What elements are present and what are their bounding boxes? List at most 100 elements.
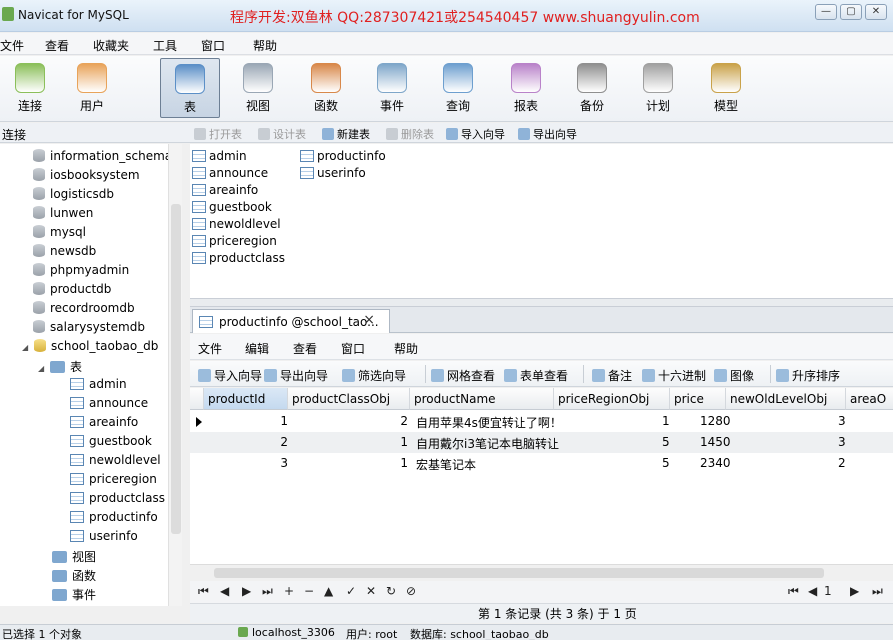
table-list-item-announce[interactable]: announce — [192, 166, 268, 180]
cell-priceRegionObj[interactable]: 5 — [662, 456, 672, 470]
tree-folder-events[interactable]: 事件 — [52, 586, 96, 605]
table-list-item-admin[interactable]: admin — [192, 149, 247, 163]
toolbar-query-button[interactable]: 查询 — [428, 58, 488, 118]
nav-button-9[interactable]: ↻ — [386, 584, 396, 598]
page-nav-4[interactable]: ⏭ — [872, 584, 883, 599]
tree-db-mysql[interactable]: mysql — [33, 225, 86, 244]
nav-button-6[interactable]: ▲ — [324, 584, 333, 598]
collapse-icon[interactable]: ◢ — [22, 343, 31, 352]
subtool-button-3[interactable]: 删除表 — [386, 126, 434, 142]
table-row[interactable]: 2 1 自用戴尔i3笔记本电脑转让 5 1450 3 — [190, 432, 893, 453]
editor-tool-4[interactable]: 表单查看 — [504, 367, 568, 384]
editor-menu-window[interactable]: 窗口 — [341, 340, 365, 357]
cell-productId[interactable]: 1 — [276, 414, 288, 428]
column-header-priceRegionObj[interactable]: priceRegionObj — [554, 388, 670, 410]
cell-areaO[interactable]: 3 — [838, 435, 858, 449]
editor-menu-view[interactable]: 查看 — [293, 340, 317, 357]
toolbar-schedule-button[interactable]: 计划 — [628, 58, 688, 118]
tree-table-areainfo[interactable]: areainfo — [70, 415, 138, 434]
cell-price[interactable]: 2340 — [700, 456, 740, 470]
editor-tool-3[interactable]: 网格查看 — [431, 367, 495, 384]
menu-window[interactable]: 窗口 — [201, 37, 225, 54]
tree-table-newoldlevel[interactable]: newoldlevel — [70, 453, 161, 472]
panel-splitter[interactable] — [190, 299, 893, 307]
nav-button-0[interactable]: ⏮ — [198, 584, 209, 599]
editor-tool-6[interactable]: 十六进制 — [642, 367, 706, 384]
cell-areaO[interactable]: 2 — [838, 456, 858, 470]
editor-tool-8[interactable]: 升序排序 — [776, 367, 840, 384]
column-header-productName[interactable]: productName — [410, 388, 554, 410]
editor-tool-2[interactable]: 筛选向导 — [342, 367, 406, 384]
cell-productId[interactable]: 3 — [276, 456, 288, 470]
subtool-button-4[interactable]: 导入向导 — [446, 126, 505, 142]
tree-db-phpmyadmin[interactable]: phpmyadmin — [33, 263, 129, 282]
cell-productClassObj[interactable]: 2 — [396, 414, 408, 428]
tree-db-recordroomdb[interactable]: recordroomdb — [33, 301, 135, 320]
toolbar-user-button[interactable]: 用户 — [62, 58, 122, 118]
cell-productName[interactable]: 自用苹果4s便宜转让了啊！ — [416, 414, 590, 431]
toolbar-view-button[interactable]: 视图 — [228, 58, 288, 118]
cell-priceRegionObj[interactable]: 5 — [662, 435, 672, 449]
menu-help[interactable]: 帮助 — [253, 37, 277, 54]
cell-areaO[interactable]: 3 — [838, 414, 858, 428]
page-nav-1[interactable]: ◀ — [808, 584, 817, 598]
cell-price[interactable]: 1450 — [700, 435, 740, 449]
tree-folder-views[interactable]: 视图 — [52, 548, 96, 567]
close-window-button[interactable]: ✕ — [865, 4, 887, 20]
menu-view[interactable]: 查看 — [45, 37, 69, 54]
nav-button-2[interactable]: ▶ — [242, 584, 251, 598]
toolbar-connection-button[interactable]: 连接 — [0, 58, 60, 118]
maximize-button[interactable]: ▢ — [840, 4, 862, 20]
tab-close-icon[interactable]: × — [363, 312, 375, 328]
collapse-icon[interactable]: ◢ — [38, 364, 47, 373]
cell-productId[interactable]: 2 — [276, 435, 288, 449]
column-header-productClassObj[interactable]: productClassObj — [288, 388, 410, 410]
data-grid[interactable]: productId productClassObj productName price… — [190, 388, 893, 564]
editor-tool-7[interactable]: 图像 — [714, 367, 754, 384]
tree-db-newsdb[interactable]: newsdb — [33, 244, 96, 263]
table-row[interactable]: 1 2 自用苹果4s便宜转让了啊！ 1 1280 3 — [190, 411, 893, 432]
editor-tool-1[interactable]: 导出向导 — [264, 367, 328, 384]
grid-scrollbar-thumb[interactable] — [214, 568, 824, 578]
tree-db-iosbooksystem[interactable]: iosbooksystem — [33, 168, 140, 187]
editor-menu-help[interactable]: 帮助 — [394, 340, 418, 357]
nav-button-10[interactable]: ⊘ — [406, 584, 416, 598]
tree-table-productinfo[interactable]: productinfo — [70, 510, 158, 529]
cell-productClassObj[interactable]: 1 — [396, 435, 408, 449]
column-header-newOldLevelObj[interactable]: newOldLevelObj — [726, 388, 846, 410]
column-header-areaO[interactable]: areaO — [846, 388, 893, 410]
tree-table-guestbook[interactable]: guestbook — [70, 434, 152, 453]
editor-tool-0[interactable]: 导入向导 — [198, 367, 262, 384]
tree-db-open[interactable]: ◢ school_taobao_db — [22, 339, 158, 358]
tree-db-information_schema[interactable]: information_schema — [33, 149, 172, 168]
menu-tools[interactable]: 工具 — [153, 37, 177, 54]
tree-table-priceregion[interactable]: priceregion — [70, 472, 157, 491]
toolbar-report-button[interactable]: 报表 — [496, 58, 556, 118]
cell-price[interactable]: 1280 — [700, 414, 740, 428]
tree-db-salarysystemdb[interactable]: salarysystemdb — [33, 320, 145, 339]
toolbar-event-button[interactable]: 事件 — [362, 58, 422, 118]
subtool-button-2[interactable]: 新建表 — [322, 126, 370, 142]
menu-file[interactable]: 文件 — [0, 37, 24, 54]
subtool-button-5[interactable]: 导出向导 — [518, 126, 577, 142]
editor-menu-file[interactable]: 文件 — [198, 340, 222, 357]
cell-productName[interactable]: 宏基笔记本 — [416, 456, 590, 473]
nav-button-1[interactable]: ◀ — [220, 584, 229, 598]
nav-button-3[interactable]: ⏭ — [262, 584, 273, 599]
cell-productClassObj[interactable]: 1 — [396, 456, 408, 470]
editor-tool-5[interactable]: 备注 — [592, 367, 632, 384]
tree-table-admin[interactable]: admin — [70, 377, 127, 396]
table-list-item-areainfo[interactable]: areainfo — [192, 183, 258, 197]
toolbar-model-button[interactable]: 模型 — [696, 58, 756, 118]
toolbar-table-button[interactable]: 表 — [160, 58, 220, 118]
toolbar-backup-button[interactable]: 备份 — [562, 58, 622, 118]
table-list-item-priceregion[interactable]: priceregion — [192, 234, 277, 248]
subtool-button-1[interactable]: 设计表 — [258, 126, 306, 142]
page-nav-3[interactable]: ▶ — [850, 584, 859, 598]
nav-button-8[interactable]: ✕ — [366, 584, 376, 598]
table-list-item-productclass[interactable]: productclass — [192, 251, 285, 265]
toolbar-function-button[interactable]: 函数 — [296, 58, 356, 118]
column-header-price[interactable]: price — [670, 388, 726, 410]
tree-folder-functions[interactable]: 函数 — [52, 567, 96, 586]
minimize-button[interactable]: — — [815, 4, 837, 20]
